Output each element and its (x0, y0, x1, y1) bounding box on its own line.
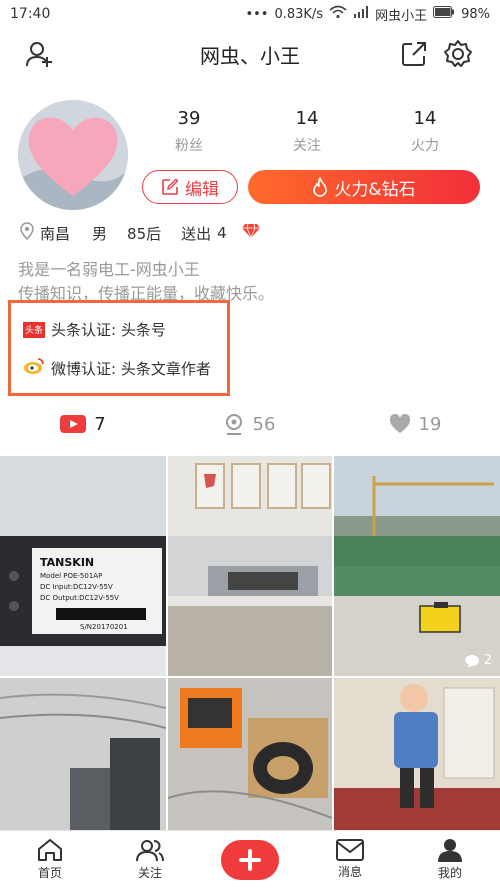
stat-label: 关注 (293, 138, 321, 154)
stat-number: 14 (413, 108, 437, 129)
avatar[interactable] (18, 100, 128, 210)
nav-me-label: 我的 (437, 866, 462, 880)
flame-icon (313, 177, 328, 197)
video-play-icon (60, 415, 87, 433)
status-bar: 17:40 ••• 0.83K/s 网虫小王 98% (0, 0, 500, 28)
person-icon (438, 839, 462, 862)
verify-weibo-text: 微博认证: 头条文章作者 (51, 359, 211, 378)
device-output: DC Output:DC12V-55V (40, 594, 119, 602)
tab-likes-count: 19 (418, 413, 442, 435)
video-thumbnail[interactable] (334, 678, 500, 830)
age-text: 85后 (127, 224, 162, 243)
video-thumbnail[interactable]: TANSKIN Model POE-501AP DC Input:DC12V-5… (0, 456, 166, 676)
video-thumbnail[interactable] (0, 678, 166, 830)
nav-home-label: 首页 (37, 866, 62, 880)
status-right: ••• 0.83K/s 网虫小王 98% (245, 5, 490, 24)
tab-videos-count: 7 (94, 413, 106, 435)
nav-messages[interactable]: 消息 (300, 831, 400, 888)
profile-stats: 39 粉丝 14 关注 14 火力 (130, 108, 490, 155)
wifi-icon (329, 5, 347, 23)
fire-label: 火力&钻石 (334, 179, 416, 200)
battery-icon (433, 6, 455, 22)
profile-header: 网虫、小王 (0, 30, 500, 78)
sent-label: 送出 (181, 224, 212, 243)
bottom-navigation: 首页 关注 消息 我的 (0, 830, 500, 888)
share-icon[interactable] (398, 38, 430, 70)
carrier-name: 网虫小王 (375, 8, 428, 24)
profile-meta: 南昌 男 85后 送出 4 (20, 222, 261, 244)
stat-label: 粉丝 (175, 138, 203, 154)
tab-likes[interactable]: 19 (332, 404, 498, 444)
publish-plus-button[interactable] (221, 839, 279, 880)
nav-following[interactable]: 关注 (100, 831, 200, 888)
signal-icon (353, 6, 369, 22)
stat-firepower[interactable]: 14 火力 (366, 108, 484, 155)
heart-icon (389, 414, 410, 433)
verification-box: 头条 头条认证: 头条号 微博认证: 头条文章作者 (8, 300, 230, 396)
nav-messages-label: 消息 (337, 865, 362, 879)
device-brand: TANSKIN (40, 556, 95, 569)
device-input: DC Input:DC12V-55V (40, 583, 113, 591)
comment-icon (464, 654, 479, 667)
comment-count-value: 2 (483, 653, 492, 668)
comment-count: 2 (464, 653, 492, 668)
camera-icon (225, 414, 242, 435)
stat-number: 14 (295, 108, 319, 129)
stat-following[interactable]: 14 关注 (248, 108, 366, 155)
verify-toutiao-row: 头条 头条认证: 头条号 (23, 319, 166, 340)
toutiao-logo-icon: 头条 (23, 321, 45, 338)
location-text: 南昌 (40, 224, 71, 243)
sent-count: 4 (217, 224, 227, 242)
edit-icon (162, 178, 179, 195)
video-thumbnail[interactable]: 2 (334, 456, 500, 676)
nav-publish[interactable] (200, 831, 300, 888)
nav-me[interactable]: 我的 (400, 831, 500, 888)
stat-fans[interactable]: 39 粉丝 (130, 108, 248, 155)
mail-icon (336, 839, 364, 861)
battery-level: 98% (461, 6, 490, 22)
gender-text: 男 (92, 224, 108, 243)
verify-toutiao-text: 头条认证: 头条号 (51, 321, 166, 339)
stat-label: 火力 (411, 138, 439, 154)
tab-live[interactable]: 56 (166, 404, 332, 444)
nav-following-label: 关注 (137, 866, 162, 880)
location-pin-icon (20, 222, 34, 244)
verify-weibo-row: 微博认证: 头条文章作者 (23, 357, 211, 379)
fire-diamond-button[interactable]: 火力&钻石 (248, 170, 480, 204)
settings-gear-icon[interactable] (442, 38, 474, 70)
nav-home[interactable]: 首页 (0, 831, 100, 888)
more-dots-icon: ••• (245, 6, 269, 22)
video-thumbnail[interactable] (168, 678, 332, 830)
people-icon (136, 840, 164, 862)
home-icon (38, 839, 62, 861)
video-grid: TANSKIN Model POE-501AP DC Input:DC12V-5… (0, 456, 500, 830)
edit-label: 编辑 (185, 179, 219, 200)
weibo-logo-icon (23, 357, 45, 379)
bio: 我是一名弱电工-网虫小王 传播知识，传播正能量，收藏快乐。 (18, 258, 274, 306)
profile-page: 17:40 ••• 0.83K/s 网虫小王 98% 网虫、小王 39 粉丝 1… (0, 0, 500, 888)
content-tabs: 7 56 19 (0, 404, 500, 444)
plus-icon (239, 848, 261, 871)
device-serial: S/N20170201 (80, 623, 128, 631)
diamond-icon (241, 223, 261, 243)
device-model: Model POE-501AP (40, 572, 103, 580)
edit-profile-button[interactable]: 编辑 (142, 170, 238, 204)
tab-videos[interactable]: 7 (0, 404, 166, 444)
stat-number: 39 (177, 108, 201, 129)
bio-line: 我是一名弱电工-网虫小王 (18, 260, 200, 279)
status-time: 17:40 (10, 6, 51, 22)
tab-live-count: 56 (252, 413, 276, 435)
network-speed: 0.83K/s (274, 6, 324, 22)
video-thumbnail[interactable] (168, 456, 332, 676)
